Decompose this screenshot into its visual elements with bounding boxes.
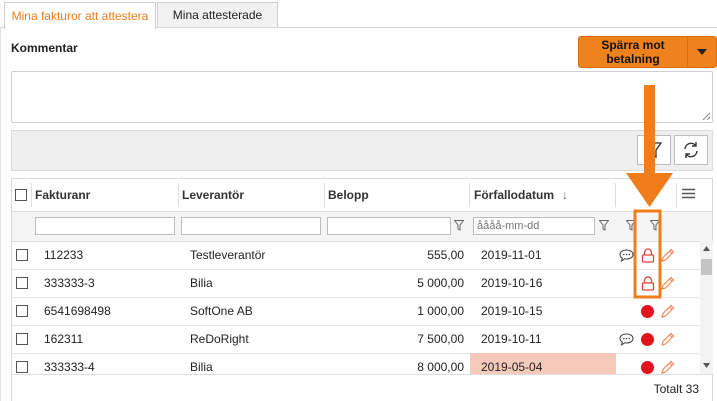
column-header-belopp[interactable]: Belopp (328, 179, 369, 211)
column-header-forfallodatum[interactable]: Förfallodatum ↓ (474, 179, 568, 211)
cell-fakturanr: 162311 (44, 332, 84, 346)
scroll-down-icon[interactable] (703, 363, 710, 368)
table-row[interactable]: 112233 Testleverantör 555,00 2019-11-01 (12, 241, 700, 270)
sort-descending-icon: ↓ (562, 188, 568, 202)
refresh-icon (684, 142, 698, 158)
column-menu-icon[interactable] (682, 188, 695, 202)
status-red-dot-icon (641, 325, 654, 353)
scrollbar-thumb[interactable] (701, 259, 712, 275)
cell-belopp: 7 500,00 (417, 332, 464, 346)
column-header-fakturanr[interactable]: Fakturanr (35, 179, 90, 211)
cell-leverantor: Testleverantör (190, 248, 266, 262)
resize-handle-icon[interactable] (702, 112, 710, 120)
cell-forfallodatum: 2019-10-15 (481, 304, 543, 318)
table-row[interactable]: 333333-3 Bilia 5 000,00 2019-10-16 (12, 269, 700, 298)
comment-bubble-icon[interactable] (619, 325, 634, 353)
filter-leverantor-input[interactable] (181, 217, 321, 235)
filter-fakturanr-input[interactable] (35, 217, 175, 235)
annotation-arrow (626, 85, 673, 299)
select-all-checkbox[interactable] (15, 189, 27, 201)
row-checkbox[interactable] (12, 241, 31, 269)
cell-fakturanr: 333333-3 (44, 276, 95, 290)
cell-belopp: 555,00 (427, 248, 464, 262)
block-payment-button[interactable]: Spärra mot betalning (579, 38, 687, 66)
edit-pencil-icon[interactable] (660, 325, 675, 353)
filter-date-input[interactable] (473, 217, 595, 235)
vertical-scrollbar[interactable] (700, 241, 713, 374)
tab-mina-attesterade[interactable]: Mina attesterade (157, 2, 278, 27)
comment-textarea[interactable] (11, 71, 713, 123)
chevron-down-icon[interactable] (687, 37, 716, 67)
table-row[interactable]: 162311 ReDoRight 7 500,00 2019-10-11 (12, 325, 700, 354)
cell-fakturanr: 6541698498 (44, 304, 111, 318)
tab-mina-fakturor-att-attestera[interactable]: Mina fakturor att attestera (4, 2, 156, 29)
total-count: Totalt 33 (653, 382, 699, 396)
row-checkbox[interactable] (12, 325, 31, 353)
cell-belopp: 1 000,00 (417, 304, 464, 318)
filter-date-funnel-icon[interactable] (598, 220, 610, 234)
cell-forfallodatum: 2019-10-11 (481, 332, 542, 346)
cell-leverantor: Bilia (190, 276, 213, 290)
cell-leverantor: SoftOne AB (190, 304, 253, 318)
cell-belopp: 5 000,00 (417, 276, 464, 290)
table-row[interactable]: 6541698498 SoftOne AB 1 000,00 2019-10-15 (12, 297, 700, 326)
filter-belopp-input[interactable] (327, 217, 451, 235)
cell-leverantor: ReDoRight (190, 332, 249, 346)
cell-forfallodatum: 2019-10-16 (481, 276, 543, 290)
row-checkbox[interactable] (12, 269, 31, 297)
grid-toolbar (11, 130, 713, 171)
grid-footer: Totalt 33 (12, 374, 712, 401)
block-payment-split-button[interactable]: Spärra mot betalning (578, 36, 717, 68)
row-checkbox[interactable] (12, 297, 31, 325)
scroll-up-icon[interactable] (703, 246, 710, 251)
cell-fakturanr: 112233 (44, 248, 84, 262)
column-header-forfallodatum-label: Förfallodatum (474, 188, 554, 202)
cell-forfallodatum: 2019-11-01 (481, 248, 542, 262)
comment-label: Kommentar (11, 41, 78, 55)
filter-belopp-funnel-icon[interactable] (453, 220, 465, 234)
column-header-leverantor[interactable]: Leverantör (182, 179, 244, 211)
